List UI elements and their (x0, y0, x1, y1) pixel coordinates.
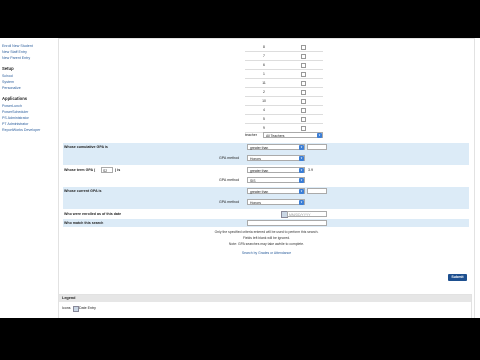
grade-label: 10 (262, 98, 266, 103)
term-gpa-comparison-value: greater than (250, 169, 269, 173)
note-blank-fields: Fields left blank will be ignored. (242, 236, 291, 240)
cumulative-gpa-label: Whose cumulative GPA is (64, 145, 108, 149)
enrolled-date-label: Who were enrolled as of this date (64, 212, 122, 216)
grade-row: 4 (245, 106, 323, 115)
submit-button[interactable]: Submit (448, 274, 467, 281)
grade-checkbox[interactable] (301, 63, 306, 68)
term-gpa-method-value: SIS (250, 179, 256, 183)
app-window: Enroll New Student New Staff Entry New P… (0, 38, 480, 318)
current-gpa-method-select[interactable]: Honors ▾ (247, 199, 305, 205)
grade-label: 8 (263, 44, 265, 49)
cumulative-gpa-panel: Whose cumulative GPA is greater than ▾ G… (63, 143, 469, 165)
match-search-panel: Who match this search (63, 219, 469, 227)
grade-label: 9 (263, 125, 265, 130)
term-gpa-value[interactable]: 3.9 (308, 168, 313, 172)
sidebar-item-reportworks[interactable]: ReportWorks Developer (2, 128, 40, 132)
sidebar-heading-applications: Applications (2, 96, 28, 101)
grade-checkbox[interactable] (301, 72, 306, 77)
current-gpa-label: Whose current GPA is (64, 189, 102, 193)
sidebar-item-new-staff[interactable]: New Staff Entry (2, 50, 27, 54)
sidebar-item-enroll-student[interactable]: Enroll New Student (2, 44, 33, 48)
chevron-down-icon: ▾ (317, 133, 322, 138)
sidebar-item-school[interactable]: School (2, 74, 13, 78)
grade-row: 2 (245, 88, 323, 97)
enrolled-date-input[interactable]: MM/DD/YYYY (287, 211, 327, 217)
current-gpa-method-value: Honors (250, 201, 261, 205)
grade-row: 1 (245, 70, 323, 79)
grade-checkbox[interactable] (301, 45, 306, 50)
enrolled-date-panel: Who were enrolled as of this date MM/DD/… (63, 210, 469, 218)
grade-checkbox[interactable] (301, 126, 306, 131)
sidebar-item-new-parent[interactable]: New Parent Entry (2, 56, 30, 60)
teacher-select-value: All Teachers (266, 134, 285, 138)
chevron-down-icon: ▾ (299, 168, 304, 173)
term-gpa-term-input[interactable]: S2 (101, 167, 113, 173)
legend-title: Legend (59, 295, 471, 302)
legend-box: Legend Icons Date Entry (58, 294, 472, 318)
legend-icons-label: Icons (62, 306, 71, 310)
legend-date-entry-label: Date Entry (79, 306, 96, 310)
current-gpa-comparison-select[interactable]: greater than ▾ (247, 188, 305, 194)
grade-label: 1 (263, 71, 265, 76)
current-gpa-input[interactable] (307, 188, 327, 194)
term-gpa-label: Whose term GPA ( (64, 168, 96, 172)
sidebar-heading-setup: Setup (2, 66, 14, 71)
grade-label: 5 (263, 116, 265, 121)
chevron-down-icon: ▾ (299, 200, 304, 205)
grade-label: 11 (262, 80, 266, 85)
grade-label: 7 (263, 53, 265, 58)
grade-row: 10 (245, 97, 323, 106)
grade-row: 6 (245, 61, 323, 70)
cumulative-gpa-comparison-select[interactable]: greater than ▾ (247, 144, 305, 150)
term-gpa-comparison-select[interactable]: greater than ▾ (247, 167, 305, 173)
chevron-down-icon: ▾ (299, 145, 304, 150)
grade-checkbox[interactable] (301, 54, 306, 59)
current-gpa-comparison-value: greater than (250, 190, 269, 194)
teacher-select[interactable]: All Teachers ▾ (263, 132, 323, 138)
grade-checkbox[interactable] (301, 81, 306, 86)
current-gpa-method-label: GPA method (219, 200, 240, 204)
sidebar-nav: Enroll New Student New Staff Entry New P… (0, 38, 54, 318)
grade-row: 5 (245, 115, 323, 124)
sidebar-item-ps-administrator[interactable]: PS Administrator (2, 116, 29, 120)
cumulative-gpa-method-value: Honors (250, 157, 261, 161)
note-criteria: Only the specified criteria entered will… (214, 230, 319, 234)
current-gpa-panel: Whose current GPA is greater than ▾ GPA … (63, 187, 469, 209)
sidebar-item-pt-administrator[interactable]: PT Administrator (2, 122, 29, 126)
grade-checkbox[interactable] (301, 99, 306, 104)
grade-label: 2 (263, 89, 265, 94)
grade-checkbox[interactable] (301, 117, 306, 122)
search-grades-attendance-link[interactable]: Search by Grades or Attendance (59, 251, 474, 255)
grade-label: 6 (263, 62, 265, 67)
chevron-down-icon: ▾ (299, 178, 304, 183)
term-gpa-panel: Whose term GPA ( S2 ) is greater than ▾ … (63, 166, 469, 186)
grade-checkbox[interactable] (301, 90, 306, 95)
sidebar-item-powerscheduler[interactable]: PowerScheduler (2, 110, 28, 114)
search-form: 8 7 6 1 11 2 10 4 5 9 teacher All Teachers ▾ Whos… (58, 38, 475, 318)
grade-row: 11 (245, 79, 323, 88)
teacher-label: teacher (245, 133, 257, 137)
note-gpa-time: Note: GPA searches may take awhile to co… (228, 242, 305, 246)
grade-row: 7 (245, 52, 323, 61)
sidebar-item-system[interactable]: System (2, 80, 14, 84)
chevron-down-icon: ▾ (299, 156, 304, 161)
sidebar-item-powerlunch[interactable]: PowerLunch (2, 104, 22, 108)
grade-checkbox[interactable] (301, 108, 306, 113)
chevron-down-icon: ▾ (299, 189, 304, 194)
term-gpa-method-select[interactable]: SIS ▾ (247, 177, 305, 183)
term-gpa-method-label: GPA method (219, 178, 240, 182)
cumulative-gpa-input[interactable] (307, 144, 327, 150)
match-search-input[interactable] (247, 220, 327, 226)
match-search-label: Who match this search (64, 221, 104, 225)
grade-label: 4 (263, 107, 265, 112)
cumulative-gpa-comparison-value: greater than (250, 146, 269, 150)
term-gpa-label-suffix: ) is (115, 168, 121, 172)
cumulative-gpa-method-label: GPA method (219, 156, 240, 160)
cumulative-gpa-method-select[interactable]: Honors ▾ (247, 155, 305, 161)
sidebar-item-personalize[interactable]: Personalize (2, 86, 21, 90)
grade-row: 8 (245, 43, 323, 52)
